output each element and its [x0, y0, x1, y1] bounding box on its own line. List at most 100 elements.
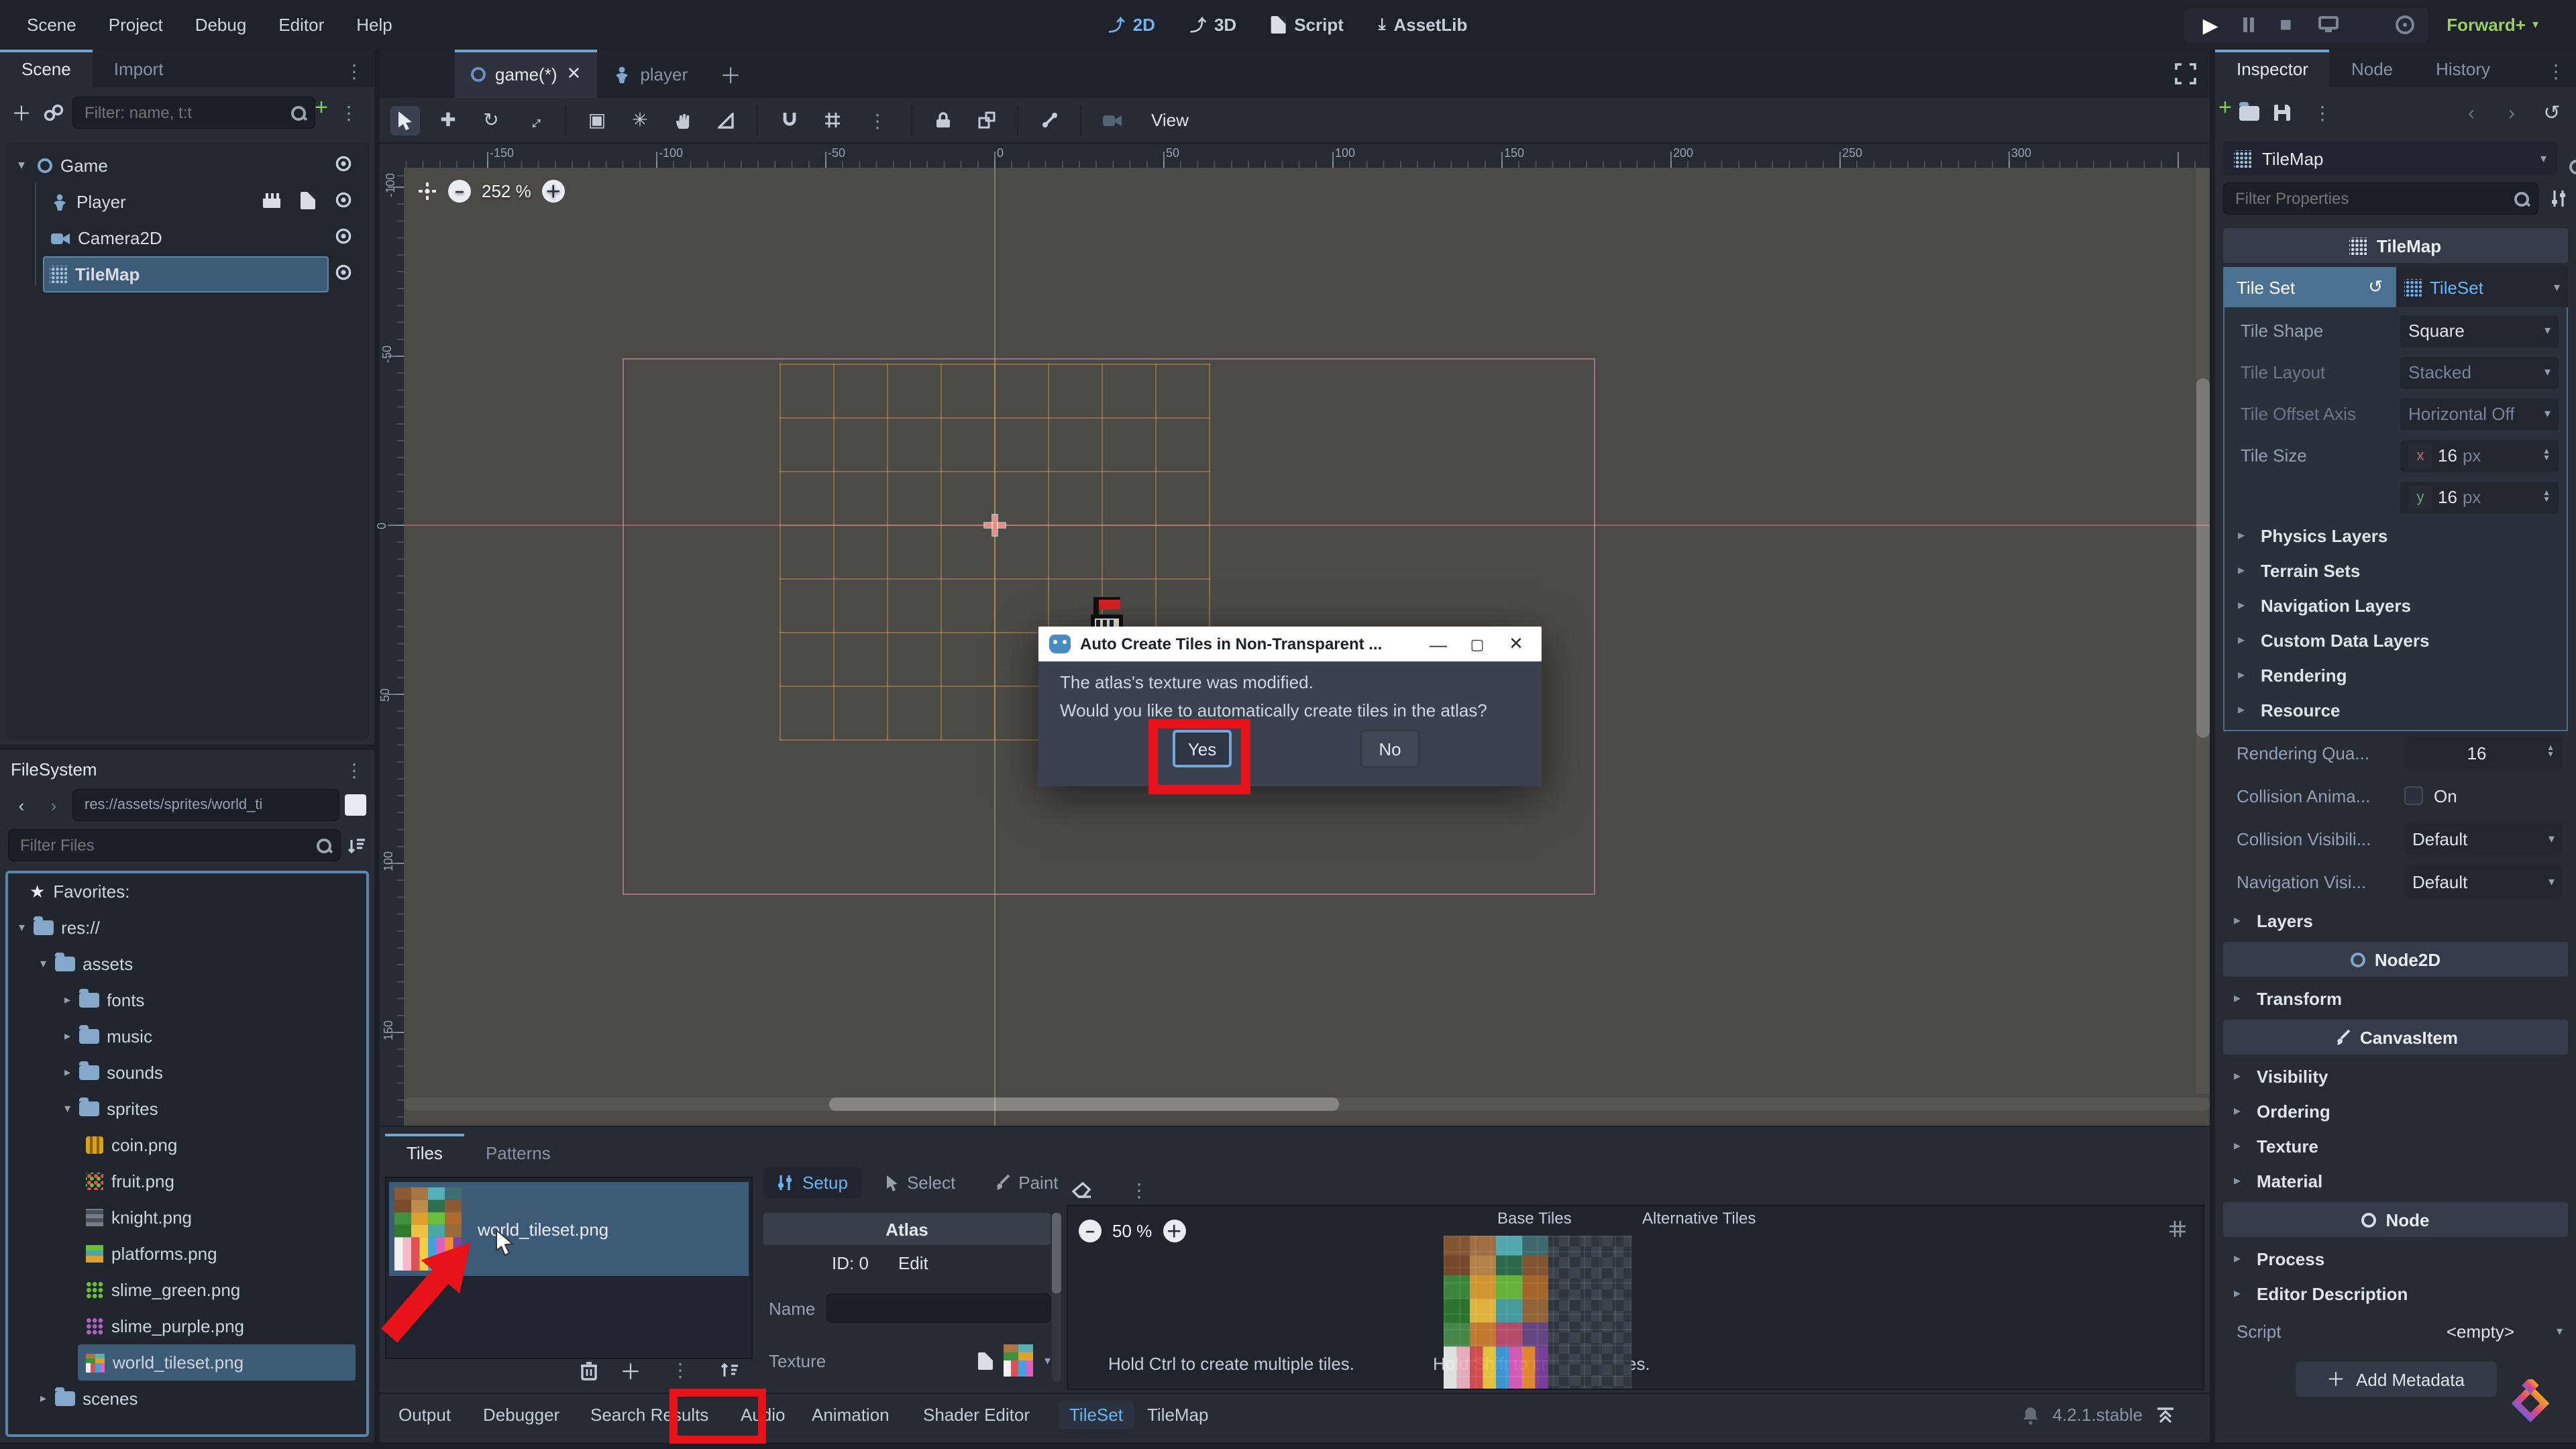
- group-custom-data-layers[interactable]: ▸Custom Data Layers: [2224, 623, 2567, 657]
- atlas-zoom-out-button[interactable]: −: [1079, 1220, 1102, 1242]
- pause-button[interactable]: [2243, 17, 2253, 32]
- group-navigation-layers[interactable]: ▸Navigation Layers: [2224, 588, 2567, 623]
- dialog-title-bar[interactable]: Auto Create Tiles in Non-Transparent ...…: [1038, 627, 1542, 661]
- mode-tab-select[interactable]: Select: [872, 1167, 969, 1198]
- scale-tool-button[interactable]: ↔: [513, 99, 555, 141]
- visibility-eye-icon[interactable]: [334, 154, 353, 173]
- atlas-texture-preview[interactable]: [1444, 1236, 1631, 1390]
- pivot-tool-button[interactable]: ✳: [625, 105, 655, 135]
- play-button[interactable]: ▶: [2197, 13, 2224, 37]
- menu-editor[interactable]: Editor: [265, 9, 337, 40]
- script-badge-icon[interactable]: [301, 192, 315, 209]
- base-tiles-label[interactable]: Base Tiles: [1497, 1209, 1572, 1228]
- property-filter-input[interactable]: [2223, 182, 2538, 215]
- filesystem-menu-icon[interactable]: ⋮: [337, 752, 372, 787]
- fs-item-coin[interactable]: coin.png: [8, 1127, 366, 1163]
- bottom-tab-tileset[interactable]: TileSet: [1059, 1401, 1134, 1429]
- remote-debug-icon[interactable]: [2318, 16, 2338, 34]
- property-tile-size-x[interactable]: Tile Size x16px▲▼: [2224, 435, 2567, 476]
- canvas-h-scrollbar[interactable]: [404, 1097, 2210, 1111]
- select-tool-button[interactable]: [390, 105, 420, 135]
- fs-item-platforms[interactable]: platforms.png: [8, 1236, 366, 1272]
- current-path-field[interactable]: [72, 789, 339, 821]
- group-process[interactable]: ▸Process: [2220, 1241, 2571, 1276]
- group-ordering[interactable]: ▸Ordering: [2220, 1093, 2571, 1128]
- checkbox-icon[interactable]: [2404, 786, 2423, 805]
- nav-forward-icon[interactable]: ›: [40, 795, 67, 815]
- menu-scene[interactable]: Scene: [13, 9, 90, 40]
- atlas-edit-button[interactable]: Edit: [898, 1253, 928, 1273]
- collapse-icon[interactable]: ▾: [13, 158, 30, 173]
- h-scroll-thumb[interactable]: [829, 1097, 1339, 1111]
- file-filter-input[interactable]: [8, 829, 341, 861]
- workspace-assetlib[interactable]: ⤓AssetLib: [1379, 15, 1467, 35]
- menu-help[interactable]: Help: [343, 9, 406, 40]
- fs-item-knight[interactable]: knight.png: [8, 1199, 366, 1236]
- section-tilemap[interactable]: TileMap: [2223, 228, 2568, 263]
- tab-history[interactable]: History: [2414, 50, 2512, 87]
- mode-tab-paint[interactable]: Paint: [979, 1167, 1071, 1198]
- fs-item-sounds[interactable]: ▸sounds: [8, 1055, 366, 1091]
- section-node[interactable]: Node: [2223, 1202, 2568, 1237]
- workspace-3d[interactable]: ⤴3D: [1190, 13, 1236, 36]
- stepper-icon[interactable]: ▲▼: [2542, 490, 2551, 504]
- sort-files-icon[interactable]: [346, 837, 366, 854]
- nav-back-icon[interactable]: ‹: [8, 795, 35, 815]
- property-rendering-quadrant[interactable]: Rendering Qua... 16▲▼: [2220, 731, 2571, 774]
- alternative-tiles-label[interactable]: Alternative Tiles: [1642, 1209, 1756, 1228]
- movie-maker-icon[interactable]: [2394, 15, 2414, 35]
- tab-inspector[interactable]: Inspector: [2215, 50, 2330, 87]
- skeleton-options-icon[interactable]: [1034, 105, 1064, 135]
- history-icon[interactable]: ↺: [2538, 101, 2565, 125]
- sort-sources-icon[interactable]: [719, 1361, 739, 1379]
- load-resource-icon[interactable]: [2239, 105, 2259, 120]
- revert-icon[interactable]: ↺: [2368, 276, 2383, 298]
- group-terrain-sets[interactable]: ▸Terrain Sets: [2224, 553, 2567, 588]
- tile-offset-axis-dropdown[interactable]: Horizontal Off▾: [2400, 398, 2559, 430]
- fs-favorites[interactable]: ★Favorites:: [8, 873, 366, 910]
- add-source-icon[interactable]: ＋: [620, 1354, 641, 1386]
- scene-tab-player[interactable]: player: [597, 50, 704, 98]
- menu-project[interactable]: Project: [95, 9, 176, 40]
- workspace-script[interactable]: Script: [1271, 15, 1344, 35]
- expand-bottom-panel-icon[interactable]: [2156, 1406, 2175, 1424]
- tab-import[interactable]: Import: [93, 50, 185, 87]
- tile-size-x-field[interactable]: x16px▲▼: [2400, 439, 2559, 472]
- center-view-icon[interactable]: [417, 181, 437, 201]
- history-forward-icon[interactable]: ›: [2498, 101, 2525, 124]
- scene-dock-menu-icon[interactable]: ⋮: [337, 54, 372, 89]
- chevron-down-icon[interactable]: ▾: [1044, 1353, 1051, 1368]
- mode-tab-setup[interactable]: Setup: [763, 1167, 861, 1198]
- tileset-resource-value[interactable]: TileSet▾: [2396, 267, 2568, 307]
- scene-tab-game[interactable]: game(*) ✕: [455, 50, 597, 98]
- instance-scene-icon[interactable]: [43, 103, 64, 122]
- fs-item-slime-purple[interactable]: slime_purple.png: [8, 1308, 366, 1344]
- group-rendering[interactable]: ▸Rendering: [2224, 657, 2567, 692]
- property-collision-animatable[interactable]: Collision Anima... On: [2220, 774, 2571, 817]
- eraser-icon[interactable]: [1072, 1181, 1092, 1199]
- bottom-tab-tilemap[interactable]: TileMap: [1147, 1405, 1209, 1425]
- group-material[interactable]: ▸Material: [2220, 1163, 2571, 1198]
- zoom-out-button[interactable]: −: [448, 180, 471, 203]
- inspector-dock-menu-icon[interactable]: ⋮: [2538, 54, 2573, 89]
- atlas-grid-toggle-icon[interactable]: [2168, 1220, 2187, 1238]
- new-scene-tab-button[interactable]: ＋: [704, 50, 757, 98]
- atlas-section-header[interactable]: Atlas: [763, 1213, 1051, 1245]
- fs-item-sprites[interactable]: ▾sprites: [8, 1091, 366, 1127]
- group-object-icon[interactable]: [971, 105, 1001, 135]
- visibility-eye-icon[interactable]: [334, 191, 353, 209]
- group-layers[interactable]: ▸Layers: [2220, 903, 2571, 938]
- history-back-icon[interactable]: ‹: [2458, 101, 2485, 124]
- fs-item-fonts[interactable]: ▸fonts: [8, 982, 366, 1018]
- source-menu-icon[interactable]: ⋮: [663, 1352, 698, 1387]
- ruler-tool-button[interactable]: [711, 105, 741, 135]
- scene-tree-menu-icon[interactable]: ⋮: [331, 95, 366, 130]
- pan-tool-button[interactable]: [668, 105, 698, 135]
- fs-item-world-tileset[interactable]: world_tileset.png: [78, 1344, 356, 1381]
- property-tile-set[interactable]: Tile Set↺ TileSet▾: [2223, 267, 2568, 307]
- no-button[interactable]: No: [1360, 730, 1419, 767]
- bottom-tab-output[interactable]: Output: [398, 1405, 451, 1425]
- property-collision-visibility[interactable]: Collision Visibili... Default▾: [2220, 817, 2571, 860]
- resource-menu-icon[interactable]: ⋮: [2305, 95, 2340, 130]
- scene-filter-input[interactable]: [72, 97, 315, 129]
